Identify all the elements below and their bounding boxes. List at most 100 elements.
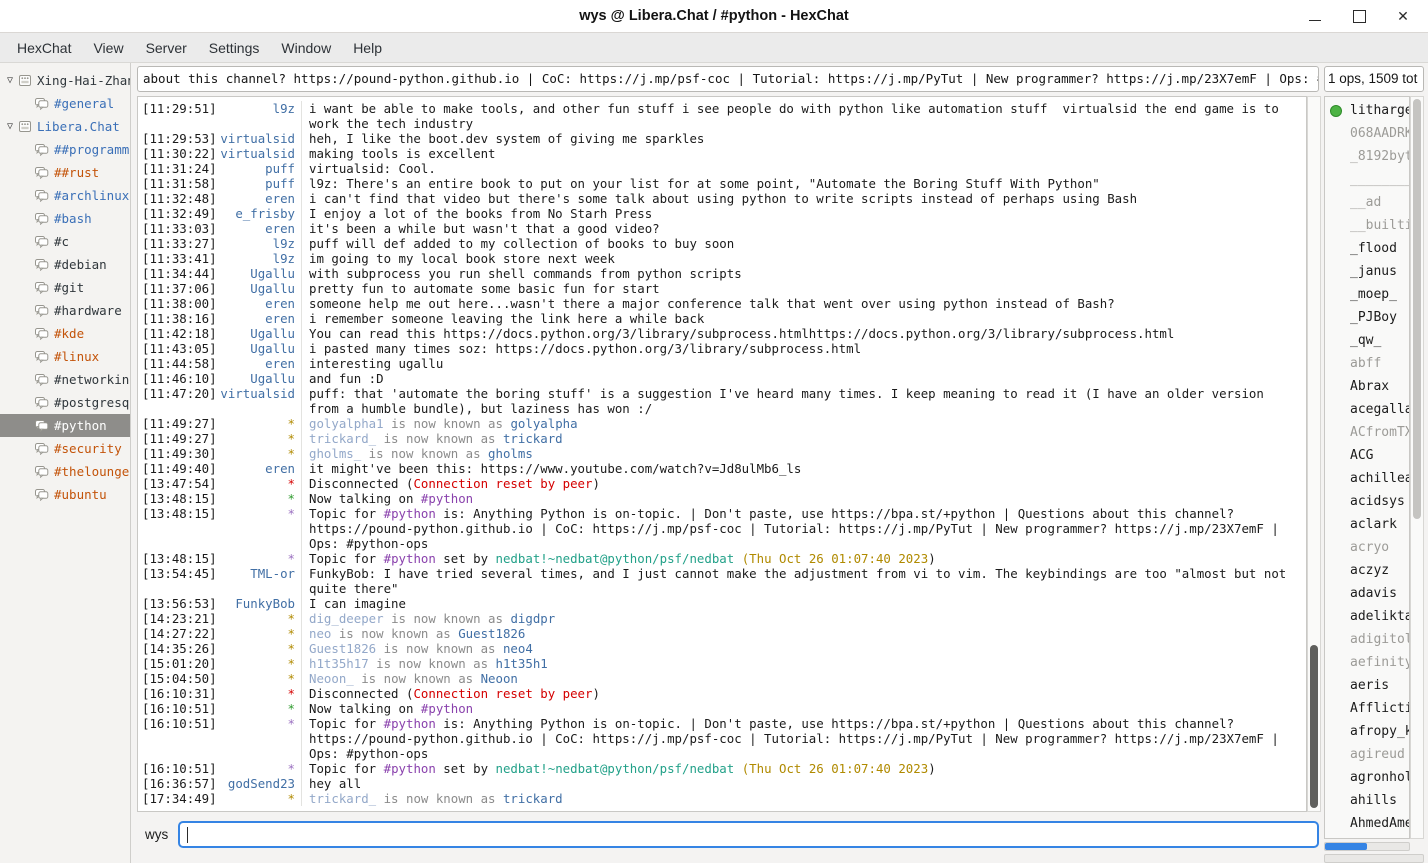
chat-scrollbar[interactable] bbox=[1307, 96, 1321, 812]
message-text: i can't find that video but there's some… bbox=[301, 191, 1306, 206]
user-list-item[interactable]: adeliktas bbox=[1325, 605, 1409, 628]
message-nick: Ugallu bbox=[250, 326, 295, 341]
own-nick-label[interactable]: wys bbox=[145, 827, 168, 842]
message-segment: is now known as bbox=[331, 626, 458, 641]
tree-channel--thelounge[interactable]: #thelounge bbox=[0, 460, 130, 483]
userlist-scrollbar[interactable] bbox=[1410, 96, 1424, 839]
tree-channel--git[interactable]: #git bbox=[0, 276, 130, 299]
tree-channel--hardware[interactable]: #hardware bbox=[0, 299, 130, 322]
tree-channel--python[interactable]: #python bbox=[0, 414, 130, 437]
user-list-item[interactable]: aefinity bbox=[1325, 651, 1409, 674]
user-nick: _qw_ bbox=[1350, 333, 1381, 348]
menu-window[interactable]: Window bbox=[270, 36, 342, 60]
message-text: puff will def added to my collection of … bbox=[301, 236, 1306, 251]
tree-channel--general[interactable]: #general bbox=[0, 92, 130, 115]
user-list-item[interactable]: Afflictio bbox=[1325, 697, 1409, 720]
minimize-button[interactable] bbox=[1308, 9, 1322, 23]
message-segment: trickard bbox=[503, 791, 563, 806]
channel-icon bbox=[34, 419, 49, 432]
user-list-item[interactable]: ahills bbox=[1325, 789, 1409, 812]
user-list-item[interactable]: ACG bbox=[1325, 444, 1409, 467]
user-list-item[interactable]: _8192byte bbox=[1325, 145, 1409, 168]
titlebar[interactable]: wys @ Libera.Chat / #python - HexChat ✕ bbox=[0, 0, 1428, 33]
chat-line-meta: [11:49:27]* bbox=[138, 416, 301, 431]
tree-channel--debian[interactable]: #debian bbox=[0, 253, 130, 276]
tree-label: #general bbox=[54, 96, 114, 111]
chat-line-meta: [11:47:20]virtualsid bbox=[138, 386, 301, 416]
message-segment: ) bbox=[592, 686, 599, 701]
user-list-item[interactable]: agronholm bbox=[1325, 766, 1409, 789]
user-list-item[interactable]: achilleas bbox=[1325, 467, 1409, 490]
message-text: i remember someone leaving the link here… bbox=[301, 311, 1306, 326]
tree-channel--c[interactable]: #c bbox=[0, 230, 130, 253]
user-list-item[interactable]: aclark bbox=[1325, 513, 1409, 536]
topic-input[interactable]: about this channel? https://pound-python… bbox=[137, 66, 1319, 92]
user-list-item[interactable]: agireud bbox=[1325, 743, 1409, 766]
menu-help[interactable]: Help bbox=[342, 36, 393, 60]
event-star: * bbox=[288, 761, 295, 776]
timestamp: [11:31:24] bbox=[142, 161, 217, 176]
menu-view[interactable]: View bbox=[82, 36, 134, 60]
channel-icon bbox=[34, 396, 49, 409]
timestamp: [11:49:40] bbox=[142, 461, 217, 476]
tree-channel--archlinux[interactable]: #archlinux bbox=[0, 184, 130, 207]
user-list-item[interactable]: afropy_ke bbox=[1325, 720, 1409, 743]
timestamp: [11:32:48] bbox=[142, 191, 217, 206]
tree-channel--networking[interactable]: #networking bbox=[0, 368, 130, 391]
tree-network-Xing-Hai-Zhan[interactable]: ▽Xing-Hai-Zhan bbox=[0, 69, 130, 92]
user-list-item[interactable]: abff bbox=[1325, 352, 1409, 375]
menu-server[interactable]: Server bbox=[135, 36, 198, 60]
user-list-item[interactable]: aeris bbox=[1325, 674, 1409, 697]
user-list-item[interactable]: _janus bbox=[1325, 260, 1409, 283]
user-list-item[interactable]: _qw_ bbox=[1325, 329, 1409, 352]
user-list-item[interactable]: acryo bbox=[1325, 536, 1409, 559]
message-text: Disconnected (Connection reset by peer) bbox=[301, 686, 1306, 701]
userlist-scrollbar-thumb[interactable] bbox=[1413, 99, 1421, 519]
user-list-item[interactable]: _moep_ bbox=[1325, 283, 1409, 306]
tree-network-Libera-Chat[interactable]: ▽Libera.Chat bbox=[0, 115, 130, 138]
user-list-item[interactable]: _PJBoy bbox=[1325, 306, 1409, 329]
user-list-item[interactable]: acegalla- bbox=[1325, 398, 1409, 421]
message-segment: nedbat!~nedbat@python/psf/nedbat bbox=[496, 551, 735, 566]
tree-channel--kde[interactable]: #kde bbox=[0, 322, 130, 345]
chat-scrollbar-thumb[interactable] bbox=[1310, 645, 1318, 808]
user-list-item[interactable]: adavis bbox=[1325, 582, 1409, 605]
tree-channel--postgresql[interactable]: #postgresql bbox=[0, 391, 130, 414]
maximize-button[interactable] bbox=[1352, 9, 1366, 23]
user-list-item[interactable]: Abrax bbox=[1325, 375, 1409, 398]
user-list-item[interactable]: __builtin bbox=[1325, 214, 1409, 237]
user-list-item[interactable]: _flood bbox=[1325, 237, 1409, 260]
message-input[interactable] bbox=[178, 821, 1319, 848]
chat-line: [16:10:51]*Topic for #python set by nedb… bbox=[138, 761, 1306, 776]
user-list-item[interactable]: 068AADRKN bbox=[1325, 122, 1409, 145]
expander-icon[interactable]: ▽ bbox=[2, 75, 18, 86]
event-star: * bbox=[288, 506, 295, 551]
user-list-item[interactable]: acidsys bbox=[1325, 490, 1409, 513]
user-list-item[interactable]: ACfromTX bbox=[1325, 421, 1409, 444]
message-nick: eren bbox=[265, 311, 295, 326]
tree-channel--security[interactable]: #security bbox=[0, 437, 130, 460]
message-text: Disconnected (Connection reset by peer) bbox=[301, 476, 1306, 491]
menu-hexchat[interactable]: HexChat bbox=[6, 36, 82, 60]
close-button[interactable]: ✕ bbox=[1396, 9, 1410, 23]
user-column: 1 ops, 1509 tot litharge068AADRKN_8192by… bbox=[1321, 63, 1428, 863]
user-list-item[interactable]: litharge bbox=[1325, 99, 1409, 122]
op-status-icon bbox=[1330, 105, 1342, 117]
user-list-item[interactable]: _________ bbox=[1325, 168, 1409, 191]
tree-label: #postgresql bbox=[54, 395, 130, 410]
message-text: You can read this https://docs.python.or… bbox=[301, 326, 1306, 341]
tree-channel--ubuntu[interactable]: #ubuntu bbox=[0, 483, 130, 506]
user-list-item[interactable]: aczyz bbox=[1325, 559, 1409, 582]
user-list-item[interactable]: __ad bbox=[1325, 191, 1409, 214]
user-list-item[interactable]: AhmedAmer bbox=[1325, 812, 1409, 835]
tree-channel--linux[interactable]: #linux bbox=[0, 345, 130, 368]
tree-channel--rust[interactable]: ##rust bbox=[0, 161, 130, 184]
tree-channel--bash[interactable]: #bash bbox=[0, 207, 130, 230]
user-nick: aeris bbox=[1350, 678, 1389, 693]
user-list-item[interactable]: adigitole bbox=[1325, 628, 1409, 651]
tree-channel--programming[interactable]: ##programming bbox=[0, 138, 130, 161]
menu-settings[interactable]: Settings bbox=[198, 36, 271, 60]
message-segment: h1t35h1 bbox=[496, 656, 548, 671]
input-row: wys bbox=[137, 812, 1321, 863]
expander-icon[interactable]: ▽ bbox=[2, 121, 18, 132]
